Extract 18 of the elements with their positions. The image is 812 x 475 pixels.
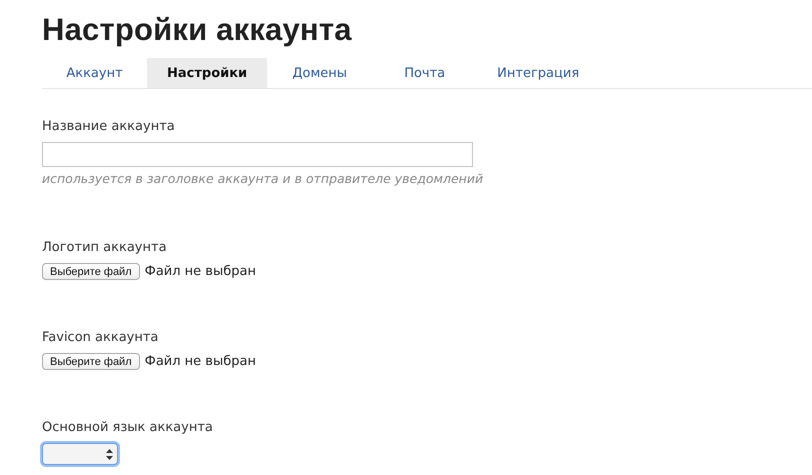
choose-file-button[interactable]: Выберите файл bbox=[42, 353, 140, 370]
field-label: Основной язык аккаунта bbox=[42, 420, 214, 435]
tab[interactable]: Настройки bbox=[147, 58, 268, 88]
input-field[interactable] bbox=[42, 142, 473, 167]
field-label: Логотип аккаунта bbox=[42, 240, 168, 255]
file-status: Файл не выбран bbox=[144, 354, 256, 369]
tab[interactable]: Почта bbox=[372, 58, 478, 88]
updown-arrows-icon bbox=[106, 448, 113, 460]
page-title: Настройки аккаунта bbox=[42, 12, 353, 48]
tab[interactable]: Аккаунт bbox=[42, 58, 147, 88]
field-label: Favicon аккаунта bbox=[42, 330, 160, 345]
language-select[interactable] bbox=[42, 443, 118, 465]
file-status: Файл не выбран bbox=[144, 264, 256, 279]
field-label: Название аккаунта bbox=[42, 119, 176, 134]
tab[interactable]: Интеграция bbox=[477, 58, 600, 88]
field-hint: используется в заголовке аккаунта и в отправителе уведомлений bbox=[42, 171, 484, 186]
choose-file-button[interactable]: Выберите файл bbox=[42, 263, 140, 280]
tab[interactable]: Домены bbox=[267, 58, 372, 88]
